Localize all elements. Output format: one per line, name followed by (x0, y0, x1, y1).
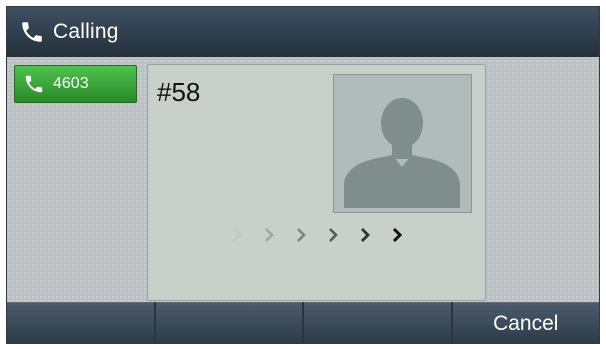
chevron-right-icon (361, 228, 370, 242)
chevron-right-icon (329, 228, 338, 242)
line-key-4603[interactable]: 4603 (14, 65, 137, 103)
phone-icon (17, 17, 47, 47)
softkey-2[interactable] (155, 302, 302, 343)
chevron-right-icon (392, 227, 403, 243)
phone-icon (19, 69, 49, 99)
line-key-label: 4603 (53, 75, 89, 92)
calling-progress-indicator (230, 224, 410, 246)
softkey-3[interactable] (304, 302, 451, 343)
page-title: Calling (53, 20, 119, 43)
cancel-button[interactable]: Cancel (452, 302, 599, 343)
person-silhouette-icon (344, 98, 460, 208)
softkey-1[interactable] (7, 302, 154, 343)
chevron-right-icon (265, 228, 274, 242)
softkey-bar: Cancel (7, 302, 599, 343)
contact-number: #58 (157, 77, 201, 107)
chevron-right-icon (233, 228, 242, 242)
chevron-right-icon (297, 228, 306, 242)
call-panel: #58 (147, 64, 486, 301)
phone-screen: Calling 4603 #58 Cancel (6, 6, 600, 344)
title-bar: Calling (7, 7, 599, 57)
avatar (333, 74, 472, 213)
